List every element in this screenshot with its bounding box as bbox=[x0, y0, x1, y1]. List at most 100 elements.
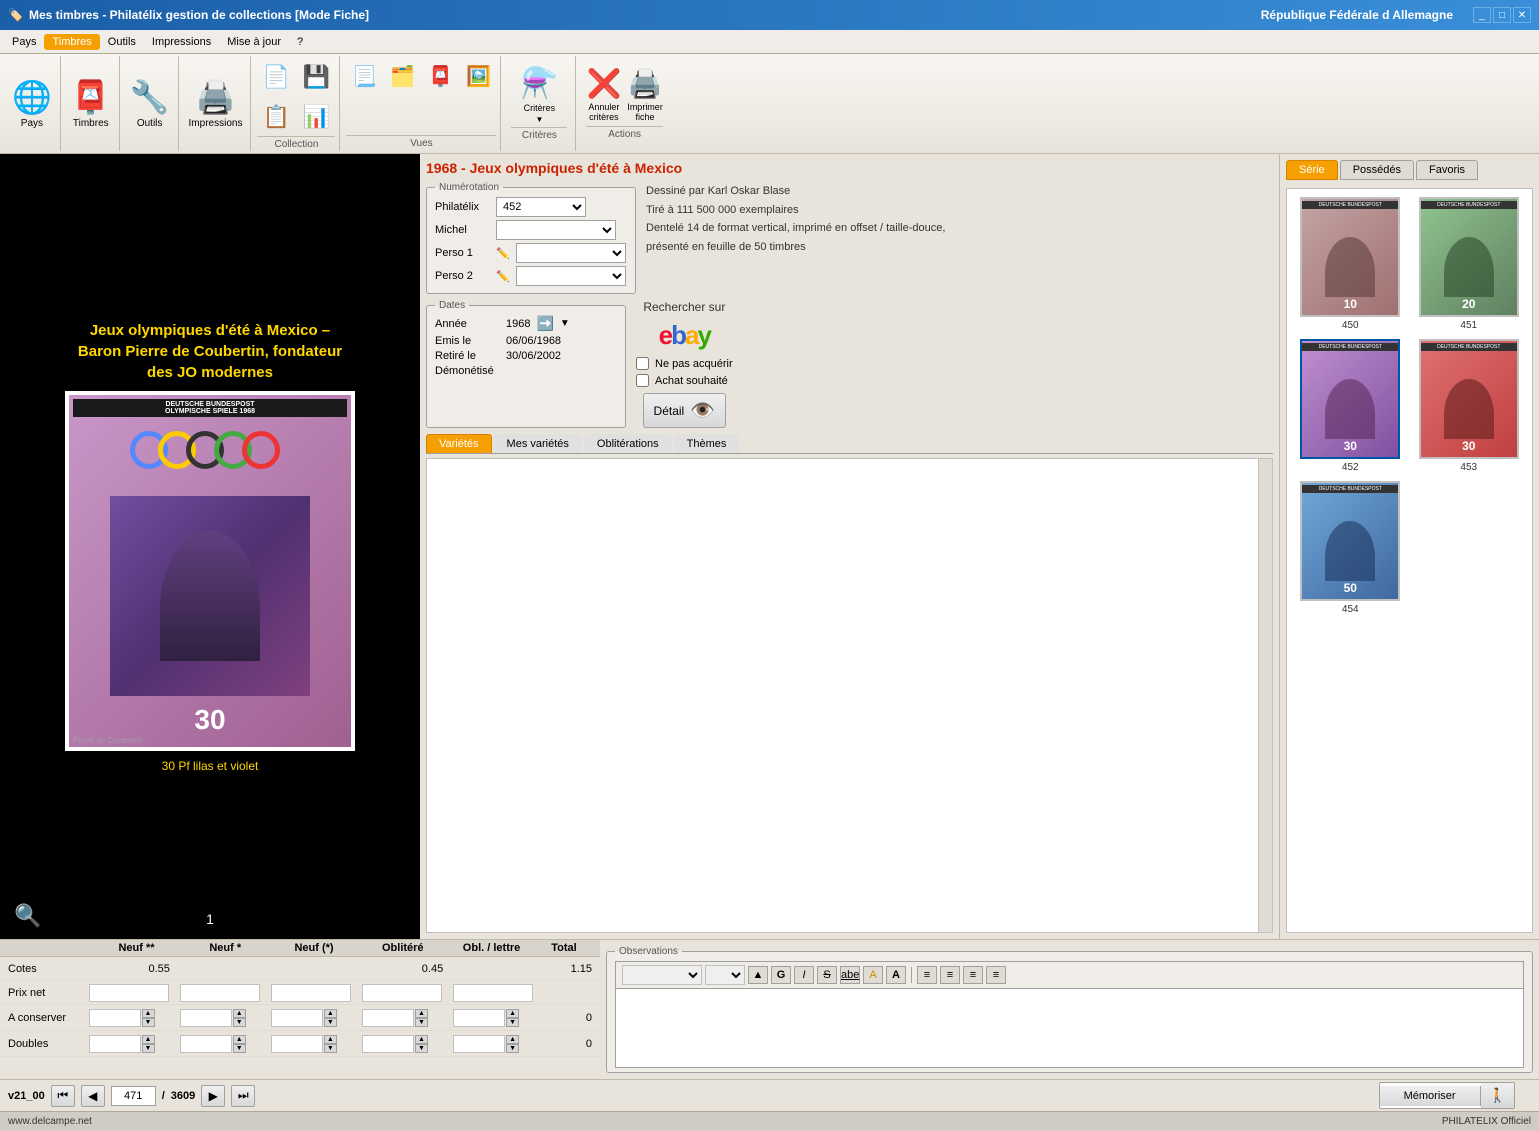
aconserver-neuf2-up[interactable]: ▲ bbox=[142, 1009, 155, 1018]
date-dropdown-annee[interactable]: ▼ bbox=[560, 318, 570, 329]
page-current-input[interactable] bbox=[111, 1086, 156, 1106]
doubles-oblitere-up[interactable]: ▲ bbox=[415, 1035, 428, 1044]
doubles-neuf2-up[interactable]: ▲ bbox=[142, 1035, 155, 1044]
obs-color-btn[interactable]: A bbox=[863, 966, 883, 984]
collection-doc-icon[interactable]: 📄 bbox=[257, 58, 295, 96]
aconserver-neuf2-down[interactable]: ▼ bbox=[142, 1018, 155, 1027]
zoom-icon[interactable]: 🔍 bbox=[14, 903, 41, 929]
aconserver-obl-lettre-input[interactable] bbox=[453, 1009, 505, 1027]
aconserver-oblitere-down[interactable]: ▼ bbox=[415, 1018, 428, 1027]
doubles-oblitere-down[interactable]: ▼ bbox=[415, 1044, 428, 1053]
aconserver-neuf1-input[interactable] bbox=[180, 1009, 232, 1027]
aconserver-neuf2-input[interactable] bbox=[89, 1009, 141, 1027]
minimize-button[interactable]: _ bbox=[1473, 7, 1491, 23]
doubles-neuf1-down[interactable]: ▼ bbox=[233, 1044, 246, 1053]
vues-stamp-icon[interactable]: 📮 bbox=[422, 58, 458, 94]
checkbox-ne-pas-acquerir-input[interactable] bbox=[636, 357, 649, 370]
prixnet-neuf0-input[interactable] bbox=[271, 984, 351, 1002]
aconserver-obl-lettre-up[interactable]: ▲ bbox=[506, 1009, 519, 1018]
aconserver-obl-lettre-down[interactable]: ▼ bbox=[506, 1018, 519, 1027]
menu-pays[interactable]: Pays bbox=[4, 34, 44, 50]
toolbar-impressions[interactable]: 🖨️ Impressions bbox=[181, 56, 252, 151]
nav-last-btn[interactable]: ⏭ bbox=[231, 1085, 255, 1107]
menu-help[interactable]: ? bbox=[289, 34, 311, 50]
stamp-thumb-453[interactable]: DEUTSCHE BUNDESPOST 30 453 bbox=[1414, 339, 1525, 473]
aconserver-neuf1-up[interactable]: ▲ bbox=[233, 1009, 246, 1018]
obs-strike-btn[interactable]: S bbox=[817, 966, 837, 984]
doubles-neuf0-up[interactable]: ▲ bbox=[324, 1035, 337, 1044]
right-tab-possedes[interactable]: Possédés bbox=[1340, 160, 1414, 180]
stamp-thumb-450[interactable]: DEUTSCHE BUNDESPOST 10 450 bbox=[1295, 197, 1406, 331]
doubles-neuf2-down[interactable]: ▼ bbox=[142, 1044, 155, 1053]
obs-underline-btn[interactable]: abe bbox=[840, 966, 860, 984]
aconserver-neuf1-down[interactable]: ▼ bbox=[233, 1018, 246, 1027]
obs-up-btn[interactable]: ▲ bbox=[748, 966, 768, 984]
prixnet-neuf2-input[interactable] bbox=[89, 984, 169, 1002]
obs-align-center-btn[interactable]: ≡ bbox=[940, 966, 960, 984]
ebay-logo[interactable]: ebay bbox=[659, 320, 710, 351]
obs-color2-btn[interactable]: A bbox=[886, 966, 906, 984]
collection-view-icon[interactable]: 📋 bbox=[257, 98, 295, 136]
stamp-thumb-454[interactable]: DEUTSCHE BUNDESPOST 50 454 bbox=[1295, 481, 1406, 615]
perso1-edit-icon[interactable]: ✏️ bbox=[496, 247, 510, 260]
obs-align-left-btn[interactable]: ≡ bbox=[917, 966, 937, 984]
doubles-oblitere-input[interactable] bbox=[362, 1035, 414, 1053]
perso2-edit-icon[interactable]: ✏️ bbox=[496, 270, 510, 283]
vues-grid2-icon[interactable]: 🗂️ bbox=[384, 58, 420, 94]
obs-size-select[interactable] bbox=[705, 965, 745, 985]
collection-grid-icon[interactable]: 📊 bbox=[297, 98, 335, 136]
right-tab-serie[interactable]: Série bbox=[1286, 160, 1338, 180]
stamp-thumb-452[interactable]: DEUTSCHE BUNDESPOST 30 452 bbox=[1295, 339, 1406, 473]
obs-align-right-btn[interactable]: ≡ bbox=[963, 966, 983, 984]
menu-timbres[interactable]: Timbres bbox=[44, 34, 99, 50]
toolbar-outils[interactable]: 🔧 Outils bbox=[122, 56, 179, 151]
checkbox-achat-souhaite[interactable]: Achat souhaité bbox=[636, 374, 733, 387]
nav-prev-btn[interactable]: ◀ bbox=[81, 1085, 105, 1107]
doubles-obl-lettre-input[interactable] bbox=[453, 1035, 505, 1053]
vues-img-icon[interactable]: 🖼️ bbox=[460, 58, 496, 94]
obs-italic-btn[interactable]: I bbox=[794, 966, 814, 984]
right-tab-favoris[interactable]: Favoris bbox=[1416, 160, 1478, 180]
obs-justify-btn[interactable]: ≡ bbox=[986, 966, 1006, 984]
checkbox-ne-pas-acquerir[interactable]: Ne pas acquérir bbox=[636, 357, 733, 370]
variety-scrollbar[interactable] bbox=[1258, 459, 1272, 932]
doubles-obl-lettre-up[interactable]: ▲ bbox=[506, 1035, 519, 1044]
checkbox-achat-souhaite-input[interactable] bbox=[636, 374, 649, 387]
perso1-select[interactable] bbox=[516, 243, 626, 263]
aconserver-oblitere-input[interactable] bbox=[362, 1009, 414, 1027]
doubles-neuf0-down[interactable]: ▼ bbox=[324, 1044, 337, 1053]
doubles-neuf0-input[interactable] bbox=[271, 1035, 323, 1053]
observations-textarea[interactable] bbox=[615, 988, 1524, 1068]
menu-outils[interactable]: Outils bbox=[100, 34, 144, 50]
memoriser-person-icon[interactable]: 🚶 bbox=[1481, 1083, 1514, 1108]
menu-impressions[interactable]: Impressions bbox=[144, 34, 219, 50]
criteres-icon-btn[interactable]: ⚗️ Critères ▼ bbox=[511, 67, 567, 123]
nav-first-btn[interactable]: ⏮ bbox=[51, 1085, 75, 1107]
close-button[interactable]: ✕ bbox=[1513, 7, 1531, 23]
maximize-button[interactable]: □ bbox=[1493, 7, 1511, 23]
vues-list-icon[interactable]: 📃 bbox=[346, 58, 382, 94]
aconserver-neuf0-up[interactable]: ▲ bbox=[324, 1009, 337, 1018]
aconserver-neuf0-down[interactable]: ▼ bbox=[324, 1018, 337, 1027]
prixnet-obl-lettre-input[interactable] bbox=[453, 984, 533, 1002]
memoriser-button[interactable]: Mémoriser bbox=[1380, 1086, 1481, 1106]
prixnet-neuf1-input[interactable] bbox=[180, 984, 260, 1002]
obs-font-select[interactable] bbox=[622, 965, 702, 985]
philatelix-select[interactable]: 452 bbox=[496, 197, 586, 217]
obs-bold-btn[interactable]: G bbox=[771, 966, 791, 984]
toolbar-timbres[interactable]: 📮 Timbres bbox=[63, 56, 120, 151]
doubles-neuf1-up[interactable]: ▲ bbox=[233, 1035, 246, 1044]
aconserver-oblitere-up[interactable]: ▲ bbox=[415, 1009, 428, 1018]
doubles-obl-lettre-down[interactable]: ▼ bbox=[506, 1044, 519, 1053]
tab-themes[interactable]: Thèmes bbox=[674, 434, 740, 453]
doubles-neuf1-input[interactable] bbox=[180, 1035, 232, 1053]
prixnet-oblitere-input[interactable] bbox=[362, 984, 442, 1002]
detail-button[interactable]: Détail 👁️ bbox=[643, 393, 727, 428]
date-arrow-annee[interactable]: ➡️ bbox=[536, 315, 553, 332]
annuler-criteres-btn[interactable]: ❌ Annulercritères bbox=[586, 67, 621, 122]
perso2-select[interactable] bbox=[516, 266, 626, 286]
imprimer-fiche-btn[interactable]: 🖨️ Imprimerfiche bbox=[627, 67, 663, 122]
toolbar-pays[interactable]: 🌐 Pays bbox=[4, 56, 61, 151]
tab-obliterations[interactable]: Oblitérations bbox=[584, 434, 672, 453]
menu-miseajour[interactable]: Mise à jour bbox=[219, 34, 289, 50]
